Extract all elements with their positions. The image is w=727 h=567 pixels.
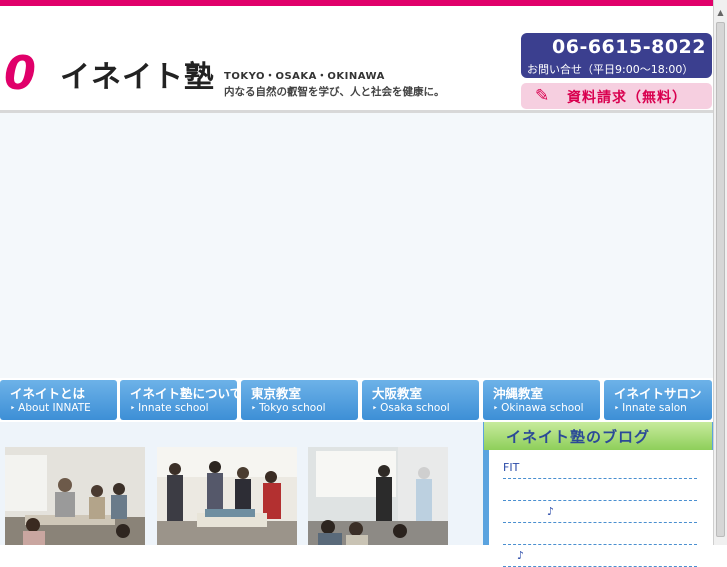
nav-item-about[interactable]: イネイトとは About INNATE [0,380,117,420]
request-materials-label: 資料請求（無料） [567,90,687,106]
scroll-up-icon[interactable]: ▲ [714,8,727,17]
phone-number[interactable]: 06-6615-8022 [521,36,706,58]
class-photo-2[interactable] [157,447,297,545]
nav-sublabel: Innate salon [614,402,687,414]
nav-label: 東京教室 [251,386,302,401]
nav-sublabel: Osaka school [372,402,450,414]
blog-entry[interactable]: FIT [503,456,697,479]
blog-entry[interactable] [503,522,697,545]
nav-label: イネイトとは [10,386,86,401]
class-photo-3[interactable] [308,447,448,545]
nav-sublabel: Tokyo school [251,402,325,414]
nav-item-salon[interactable]: イネイトサロン Innate salon [604,380,712,420]
blog-header: イネイト塾のブログ [484,422,712,450]
blog-list: FIT ♪ ♪ [489,450,713,567]
class-photo-1[interactable] [5,447,145,545]
nav-item-tokyo[interactable]: 東京教室 Tokyo school [241,380,358,420]
main-nav: イネイトとは About INNATE イネイト塾について Innate sch… [0,380,713,422]
blog-title[interactable]: イネイト塾のブログ [506,426,650,447]
nav-item-school[interactable]: イネイト塾について Innate school [120,380,242,420]
contact-hours: お問い合せ（平日9:00〜18:00） [527,63,694,76]
blog-entry[interactable] [503,478,697,501]
blog-entry-text: ♪ [517,549,525,562]
hero-area [0,113,713,378]
nav-sublabel: About INNATE [10,402,91,414]
blog-entry-text: FIT [503,461,520,474]
contact-box: 06-6615-8022 お問い合せ（平日9:00〜18:00） [521,33,712,78]
request-materials-button[interactable]: ✎ 資料請求（無料） [521,83,712,109]
logo-name[interactable]: イネイト塾 [60,58,215,98]
pencil-note-icon: ✎ [535,86,550,106]
nav-item-osaka[interactable]: 大阪教室 Osaka school [362,380,479,420]
blog-panel: イネイト塾のブログ FIT ♪ ♪ [483,422,713,567]
blog-entry[interactable]: ♪ [503,500,697,523]
nav-label: 沖縄教室 [493,386,544,401]
city-list: TOKYO・OSAKA・OKINAWA [224,71,385,82]
vertical-scrollbar[interactable]: ▲ [713,0,727,545]
nav-item-okinawa[interactable]: 沖縄教室 Okinawa school [483,380,600,420]
nav-label: 大阪教室 [372,386,423,401]
nav-sublabel: Okinawa school [493,402,583,414]
scroll-thumb[interactable] [716,22,725,537]
blog-entry-text: ♪ [547,505,555,518]
blog-entry[interactable]: ♪ [503,544,697,567]
nav-label: イネイト塾について [130,386,243,401]
nav-sublabel: Innate school [130,402,208,414]
nav-label: イネイトサロン [614,386,702,401]
logo-mark[interactable]: 0 [4,45,36,101]
tagline: 内なる自然の叡智を学び、人と社会を健康に。 [224,86,445,98]
